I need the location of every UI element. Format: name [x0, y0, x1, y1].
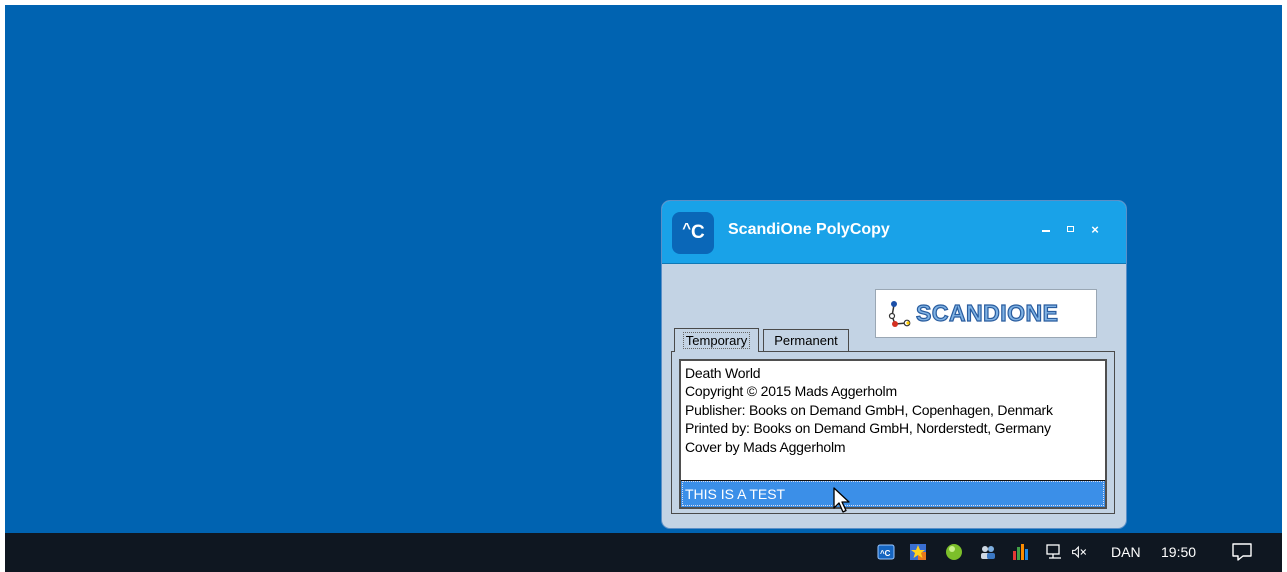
star-app-icon[interactable]	[909, 543, 927, 561]
clipboard-item-text[interactable]: Death World Copyright © 2015 Mads Aggerh…	[685, 364, 1101, 456]
selected-clipboard-item[interactable]: THIS IS A TEST	[681, 480, 1105, 507]
action-center-icon[interactable]	[1231, 542, 1253, 562]
clipboard-line: Cover by Mads Aggerholm	[685, 438, 846, 455]
bars-app-icon[interactable]	[1012, 543, 1030, 561]
network-icon[interactable]	[1045, 543, 1063, 561]
clipboard-line: Copyright © 2015 Mads Aggerholm	[685, 383, 897, 400]
tab-temporary-label: Temporary	[682, 332, 751, 349]
minimize-button[interactable]	[1036, 217, 1056, 241]
svg-text:^C: ^C	[880, 549, 891, 558]
clock-time[interactable]: 19:50	[1161, 544, 1196, 560]
volume-muted-icon[interactable]	[1071, 543, 1089, 561]
maximize-icon	[1066, 226, 1074, 232]
clipboard-line: Printed by: Books on Demand GmbH, Norder…	[685, 420, 1051, 437]
window-title: ScandiOne PolyCopy	[728, 221, 890, 238]
app-icon[interactable]: ^ C	[672, 212, 714, 254]
clipboard-list[interactable]: Death World Copyright © 2015 Mads Aggerh…	[679, 359, 1107, 509]
title-bar[interactable]: ^ C ScandiOne PolyCopy ×	[662, 201, 1126, 264]
screen-edge	[1282, 533, 1287, 572]
tab-permanent-label: Permanent	[774, 333, 838, 348]
molecule-icon	[888, 300, 911, 327]
mouse-pointer-icon	[833, 487, 850, 513]
polycopy-window: ^ C ScandiOne PolyCopy × SCANDIONE Tempor…	[661, 200, 1127, 529]
logo-wordmark: SCANDIONE	[915, 299, 1059, 326]
close-button[interactable]: ×	[1085, 217, 1105, 241]
close-icon: ×	[1091, 221, 1099, 237]
maximize-button[interactable]	[1060, 217, 1080, 241]
polycopy-tray-icon[interactable]: ^C	[877, 543, 895, 561]
taskbar: ^C DAN 19:50	[5, 533, 1282, 572]
tab-panel: Death World Copyright © 2015 Mads Aggerh…	[671, 351, 1115, 514]
green-orb-icon[interactable]	[945, 543, 963, 561]
input-language[interactable]: DAN	[1111, 544, 1141, 560]
clipboard-line: Death World	[685, 365, 761, 381]
minimize-icon	[1042, 230, 1050, 232]
tab-temporary[interactable]: Temporary	[674, 328, 759, 352]
scandione-logo: SCANDIONE	[875, 289, 1097, 338]
tab-permanent[interactable]: Permanent	[763, 329, 849, 351]
clipboard-line: Publisher: Books on Demand GmbH, Copenha…	[685, 401, 1053, 418]
people-icon[interactable]	[979, 543, 997, 561]
